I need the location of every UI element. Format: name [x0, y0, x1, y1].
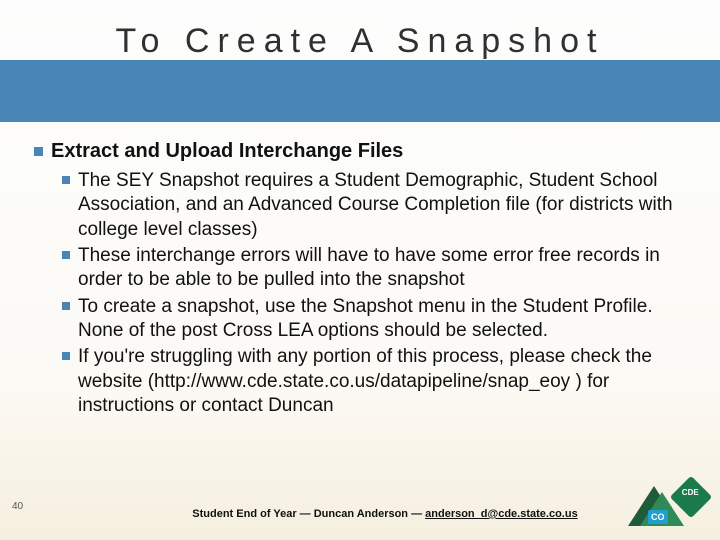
sub-bullet: These interchange errors will have to ha… — [62, 244, 686, 293]
sub-bullet-list: The SEY Snapshot requires a Student Demo… — [34, 169, 686, 418]
bullet-icon — [62, 352, 70, 360]
main-bullet: Extract and Upload Interchange Files — [34, 140, 686, 163]
sub-bullet: If you're struggling with any portion of… — [62, 345, 686, 418]
sub-bullet-text: If you're struggling with any portion of… — [78, 345, 686, 418]
footer-email-link[interactable]: anderson_d@cde.state.co.us — [425, 508, 578, 520]
cde-logo: CO CDE — [628, 482, 706, 526]
sub-bullet: The SEY Snapshot requires a Student Demo… — [62, 169, 686, 242]
bullet-icon — [34, 147, 43, 156]
footer-text: Student End of Year — Duncan Anderson — — [192, 508, 425, 520]
footer-line: Student End of Year — Duncan Anderson — … — [160, 508, 610, 520]
title-band — [0, 60, 720, 122]
sub-bullet-text: To create a snapshot, use the Snapshot m… — [78, 295, 686, 344]
sub-bullet-text: The SEY Snapshot requires a Student Demo… — [78, 169, 686, 242]
content-area: Extract and Upload Interchange Files The… — [34, 140, 686, 420]
co-badge: CO — [648, 510, 668, 524]
main-bullet-text: Extract and Upload Interchange Files — [51, 140, 403, 163]
sub-bullet-text: These interchange errors will have to ha… — [78, 244, 686, 293]
bullet-icon — [62, 176, 70, 184]
page-number: 40 — [12, 501, 23, 512]
bullet-icon — [62, 302, 70, 310]
slide-title: To Create A Snapshot — [0, 22, 720, 61]
bullet-icon — [62, 251, 70, 259]
cde-badge-text: CDE — [682, 488, 699, 497]
sub-bullet: To create a snapshot, use the Snapshot m… — [62, 295, 686, 344]
